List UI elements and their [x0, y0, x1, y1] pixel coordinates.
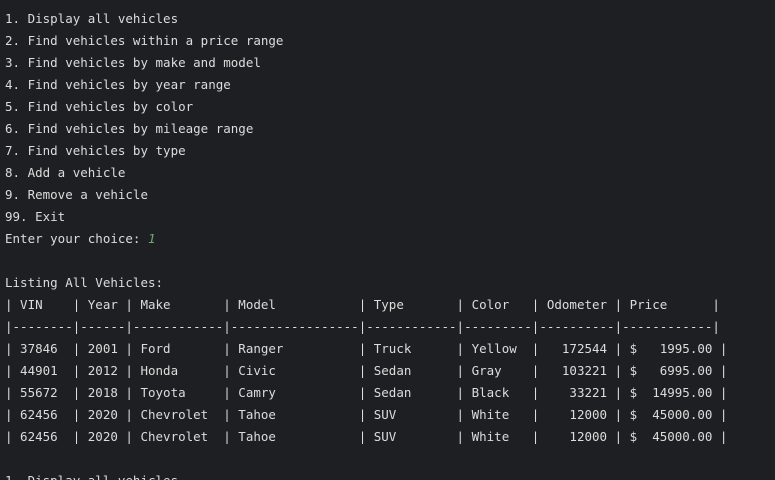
table-row: | 44901 | 2012 | Honda | Civic | Sedan |…: [5, 363, 728, 378]
menu-item-2: 2. Find vehicles within a price range: [5, 33, 284, 48]
menu-item-1: 1. Display all vehicles: [5, 11, 179, 26]
menu-item-4: 4. Find vehicles by year range: [5, 77, 231, 92]
choice-prompt-line: Enter your choice: 1: [5, 228, 775, 250]
menu-item-8: 8. Add a vehicle: [5, 165, 126, 180]
menu-item-9: 9. Remove a vehicle: [5, 187, 148, 202]
table-row: | 62456 | 2020 | Chevrolet | Tahoe | SUV…: [5, 407, 728, 422]
menu-item-5: 5. Find vehicles by color: [5, 99, 194, 114]
table-row: | 55672 | 2018 | Toyota | Camry | Sedan …: [5, 385, 728, 400]
menu-item-7: 7. Find vehicles by type: [5, 143, 186, 158]
listing-title: Listing All Vehicles:: [5, 275, 164, 290]
table-row: | 62456 | 2020 | Chevrolet | Tahoe | SUV…: [5, 429, 728, 444]
choice-prompt: Enter your choice:: [5, 231, 148, 246]
table-separator: |--------|------|------------|----------…: [5, 319, 720, 334]
choice-input-value[interactable]: 1: [148, 231, 156, 246]
table-header: | VIN | Year | Make | Model | Type | Col…: [5, 297, 720, 312]
table-row: | 37846 | 2001 | Ford | Ranger | Truck |…: [5, 341, 728, 356]
menu-item-6: 6. Find vehicles by mileage range: [5, 121, 254, 136]
console-output[interactable]: 1. Display all vehicles 2. Find vehicles…: [0, 0, 775, 480]
menu-item-99: 99. Exit: [5, 209, 66, 224]
menu-item-3: 3. Find vehicles by make and model: [5, 55, 261, 70]
menu-item-1-repeat: 1. Display all vehicles: [5, 470, 775, 480]
